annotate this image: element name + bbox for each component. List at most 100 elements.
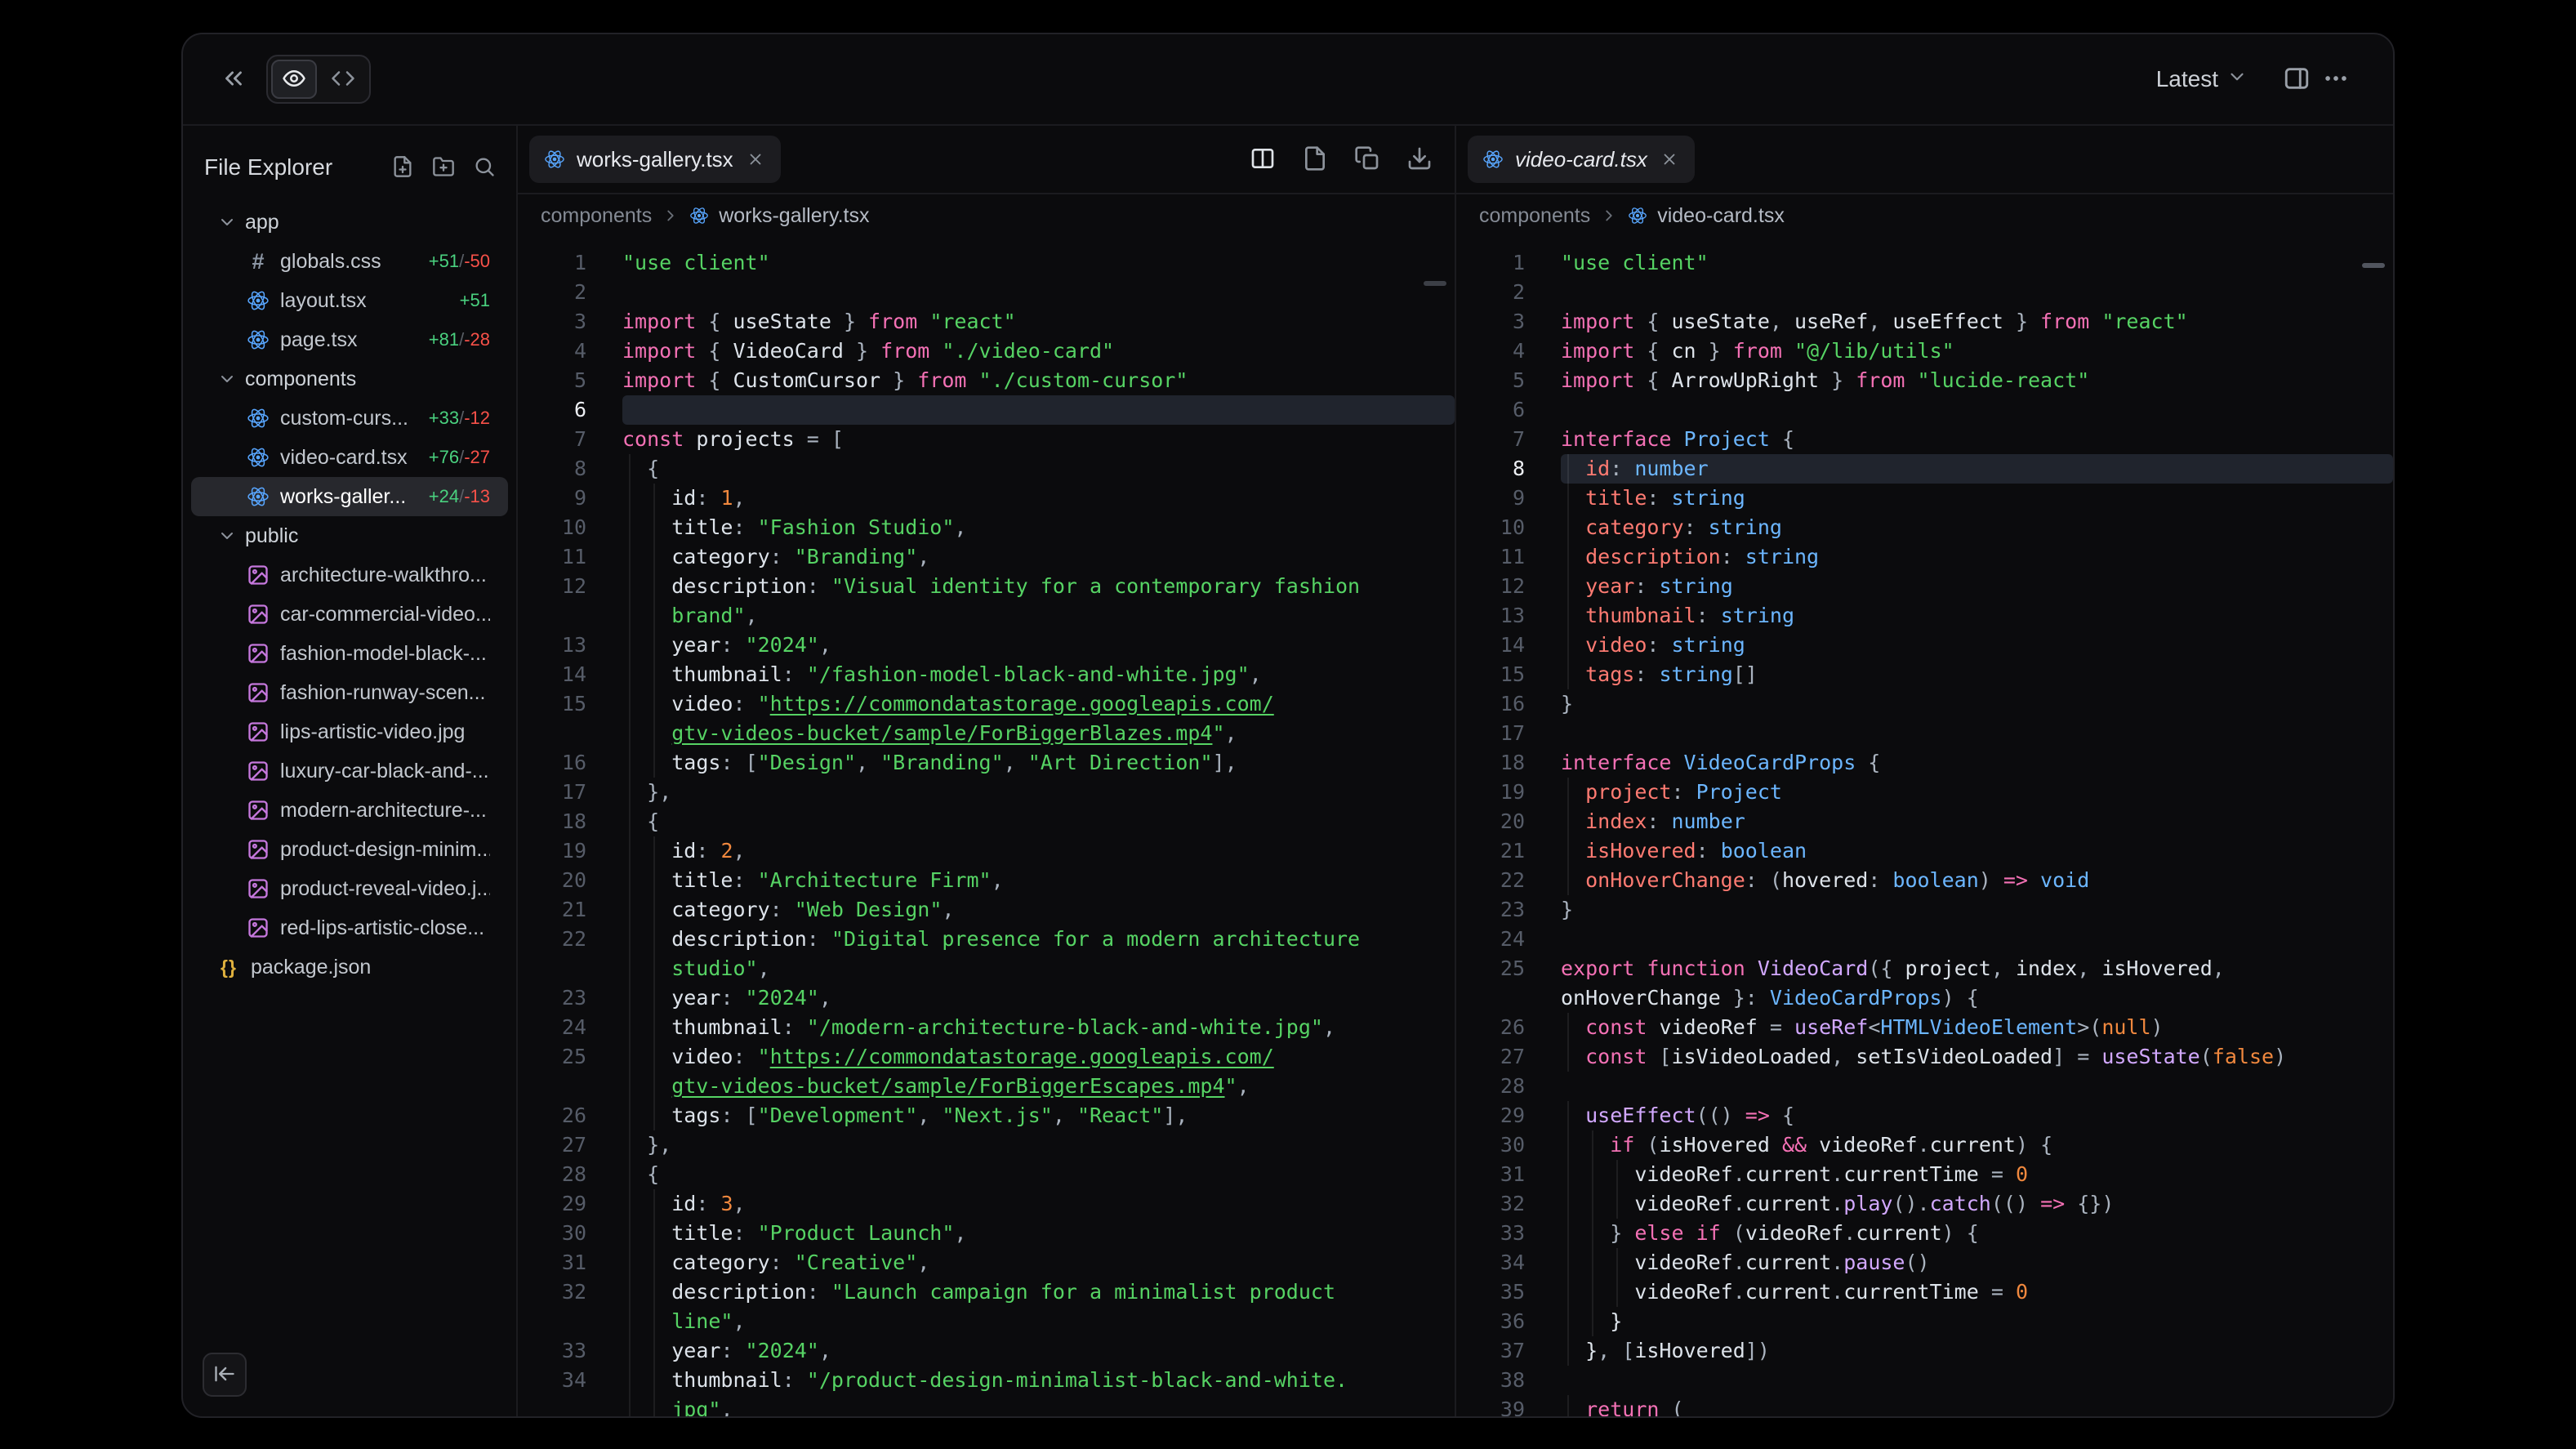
code-line-5[interactable]: 5import { ArrowUpRight } from "lucide-re…	[1456, 366, 2393, 395]
search-button[interactable]	[467, 150, 501, 185]
copy-code-button[interactable]	[1353, 145, 1381, 173]
preview-toggle-button[interactable]	[271, 60, 317, 99]
code-line-21[interactable]: 21 category: "Web Design",	[518, 895, 1455, 925]
code-line-25[interactable]: 25 video: "https://commondatastorage.goo…	[518, 1042, 1455, 1101]
code-line-1[interactable]: 1"use client"	[518, 248, 1455, 278]
download-button[interactable]	[1406, 145, 1433, 173]
code-line-7[interactable]: 7interface Project {	[1456, 425, 2393, 454]
code-line-36[interactable]: 36 }	[1456, 1307, 2393, 1336]
code-line-5[interactable]: 5import { CustomCursor } from "./custom-…	[518, 366, 1455, 395]
collapse-sidebar-button[interactable]	[214, 60, 253, 99]
tree-file-page-tsx[interactable]: page.tsx+81/-28	[191, 320, 508, 359]
code-line-31[interactable]: 31 videoRef.current.currentTime = 0	[1456, 1160, 2393, 1189]
layout-panel-button[interactable]	[2277, 60, 2316, 99]
code-line-8[interactable]: 8 id: number	[1456, 454, 2393, 484]
code-line-15[interactable]: 15 tags: string[]	[1456, 660, 2393, 689]
code-line-37[interactable]: 37 }, [isHovered])	[1456, 1336, 2393, 1366]
code-line-12[interactable]: 12 year: string	[1456, 572, 2393, 601]
code-line-19[interactable]: 19 project: Project	[1456, 778, 2393, 807]
tree-file-layout-tsx[interactable]: layout.tsx+51	[191, 281, 508, 320]
code-line-23[interactable]: 23 year: "2024",	[518, 983, 1455, 1013]
tree-file-modern-architecture[interactable]: modern-architecture-...	[191, 791, 508, 830]
code-line-13[interactable]: 13 year: "2024",	[518, 631, 1455, 660]
code-line-30[interactable]: 30 title: "Product Launch",	[518, 1219, 1455, 1248]
tree-file-package-json[interactable]: {}package.json	[191, 947, 508, 987]
code-line-26[interactable]: 26 const videoRef = useRef<HTMLVideoElem…	[1456, 1013, 2393, 1042]
tree-folder-components[interactable]: components	[191, 359, 508, 399]
code-line-34[interactable]: 34 thumbnail: "/product-design-minimalis…	[518, 1366, 1455, 1416]
code-line-17[interactable]: 17	[1456, 719, 2393, 748]
code-line-25[interactable]: 25export function VideoCard({ project, i…	[1456, 954, 2393, 1013]
code-line-33[interactable]: 33 } else if (videoRef.current) {	[1456, 1219, 2393, 1248]
tree-file-red-lips-artistic-close[interactable]: red-lips-artistic-close...	[191, 908, 508, 947]
tree-file-globals-css[interactable]: #globals.css+51/-50	[191, 242, 508, 281]
tree-folder-public[interactable]: public	[191, 516, 508, 555]
split-view-button[interactable]	[1249, 145, 1277, 173]
code-line-13[interactable]: 13 thumbnail: string	[1456, 601, 2393, 631]
code-line-14[interactable]: 14 thumbnail: "/fashion-model-black-and-…	[518, 660, 1455, 689]
code-line-6[interactable]: 6	[1456, 395, 2393, 425]
code-line-10[interactable]: 10 title: "Fashion Studio",	[518, 513, 1455, 542]
code-line-27[interactable]: 27 const [isVideoLoaded, setIsVideoLoade…	[1456, 1042, 2393, 1072]
code-line-31[interactable]: 31 category: "Creative",	[518, 1248, 1455, 1277]
tree-file-works-galler[interactable]: works-galler...+24/-13	[191, 477, 508, 516]
code-line-19[interactable]: 19 id: 2,	[518, 836, 1455, 866]
code-toggle-button[interactable]	[320, 60, 366, 99]
open-file-button[interactable]	[1301, 145, 1329, 173]
close-tab-icon[interactable]	[1659, 149, 1680, 170]
version-dropdown[interactable]: Latest	[2151, 65, 2253, 94]
code-line-38[interactable]: 38	[1456, 1366, 2393, 1395]
tree-file-fashion-model-black[interactable]: fashion-model-black-...	[191, 634, 508, 673]
code-line-4[interactable]: 4import { cn } from "@/lib/utils"	[1456, 337, 2393, 366]
code-line-20[interactable]: 20 index: number	[1456, 807, 2393, 836]
code-line-2[interactable]: 2	[518, 278, 1455, 307]
tree-file-car-commercial-video[interactable]: car-commercial-video...	[191, 595, 508, 634]
tree-file-custom-curs[interactable]: custom-curs...+33/-12	[191, 399, 508, 438]
breadcrumb-folder[interactable]: components	[1479, 204, 1590, 228]
code-line-16[interactable]: 16}	[1456, 689, 2393, 719]
code-line-35[interactable]: 35 videoRef.current.currentTime = 0	[1456, 1277, 2393, 1307]
code-line-33[interactable]: 33 year: "2024",	[518, 1336, 1455, 1366]
code-line-7[interactable]: 7const projects = [	[518, 425, 1455, 454]
code-line-29[interactable]: 29 useEffect(() => {	[1456, 1101, 2393, 1130]
tree-file-product-reveal-video-j[interactable]: product-reveal-video.j...	[191, 869, 508, 908]
tree-file-luxury-car-black-and[interactable]: luxury-car-black-and-...	[191, 751, 508, 791]
code-line-26[interactable]: 26 tags: ["Development", "Next.js", "Rea…	[518, 1101, 1455, 1130]
code-line-30[interactable]: 30 if (isHovered && videoRef.current) {	[1456, 1130, 2393, 1160]
new-folder-button[interactable]	[426, 150, 461, 185]
tree-file-product-design-minim[interactable]: product-design-minim...	[191, 830, 508, 869]
tree-file-architecture-walkthro[interactable]: architecture-walkthro...	[191, 555, 508, 595]
code-line-20[interactable]: 20 title: "Architecture Firm",	[518, 866, 1455, 895]
code-line-27[interactable]: 27 },	[518, 1130, 1455, 1160]
code-line-10[interactable]: 10 category: string	[1456, 513, 2393, 542]
code-line-28[interactable]: 28 {	[518, 1160, 1455, 1189]
close-tab-icon[interactable]	[745, 149, 766, 170]
code-line-21[interactable]: 21 isHovered: boolean	[1456, 836, 2393, 866]
code-line-9[interactable]: 9 title: string	[1456, 484, 2393, 513]
new-file-button[interactable]	[386, 150, 420, 185]
code-line-18[interactable]: 18interface VideoCardProps {	[1456, 748, 2393, 778]
code-line-24[interactable]: 24	[1456, 925, 2393, 954]
code-line-22[interactable]: 22 description: "Digital presence for a …	[518, 925, 1455, 983]
tab-works-gallery[interactable]: works-gallery.tsx	[529, 136, 781, 183]
code-line-34[interactable]: 34 videoRef.current.pause()	[1456, 1248, 2393, 1277]
tab-video-card[interactable]: video-card.tsx	[1468, 136, 1695, 183]
code-line-23[interactable]: 23}	[1456, 895, 2393, 925]
code-line-15[interactable]: 15 video: "https://commondatastorage.goo…	[518, 689, 1455, 748]
code-line-8[interactable]: 8 {	[518, 454, 1455, 484]
tree-file-lips-artistic-video-jpg[interactable]: lips-artistic-video.jpg	[191, 712, 508, 751]
breadcrumb-folder[interactable]: components	[541, 204, 652, 228]
code-line-2[interactable]: 2	[1456, 278, 2393, 307]
collapse-explorer-button[interactable]	[203, 1353, 247, 1397]
code-line-1[interactable]: 1"use client"	[1456, 248, 2393, 278]
scrollbar-thumb[interactable]	[1424, 281, 1446, 286]
code-line-3[interactable]: 3import { useState, useRef, useEffect } …	[1456, 307, 2393, 337]
tree-file-fashion-runway-scen[interactable]: fashion-runway-scen...	[191, 673, 508, 712]
code-line-32[interactable]: 32 description: "Launch campaign for a m…	[518, 1277, 1455, 1336]
breadcrumb-file[interactable]: video-card.tsx	[1657, 204, 1785, 228]
code-line-4[interactable]: 4import { VideoCard } from "./video-card…	[518, 337, 1455, 366]
code-line-12[interactable]: 12 description: "Visual identity for a c…	[518, 572, 1455, 631]
code-line-16[interactable]: 16 tags: ["Design", "Branding", "Art Dir…	[518, 748, 1455, 778]
code-line-9[interactable]: 9 id: 1,	[518, 484, 1455, 513]
tree-file-video-card-tsx[interactable]: video-card.tsx+76/-27	[191, 438, 508, 477]
